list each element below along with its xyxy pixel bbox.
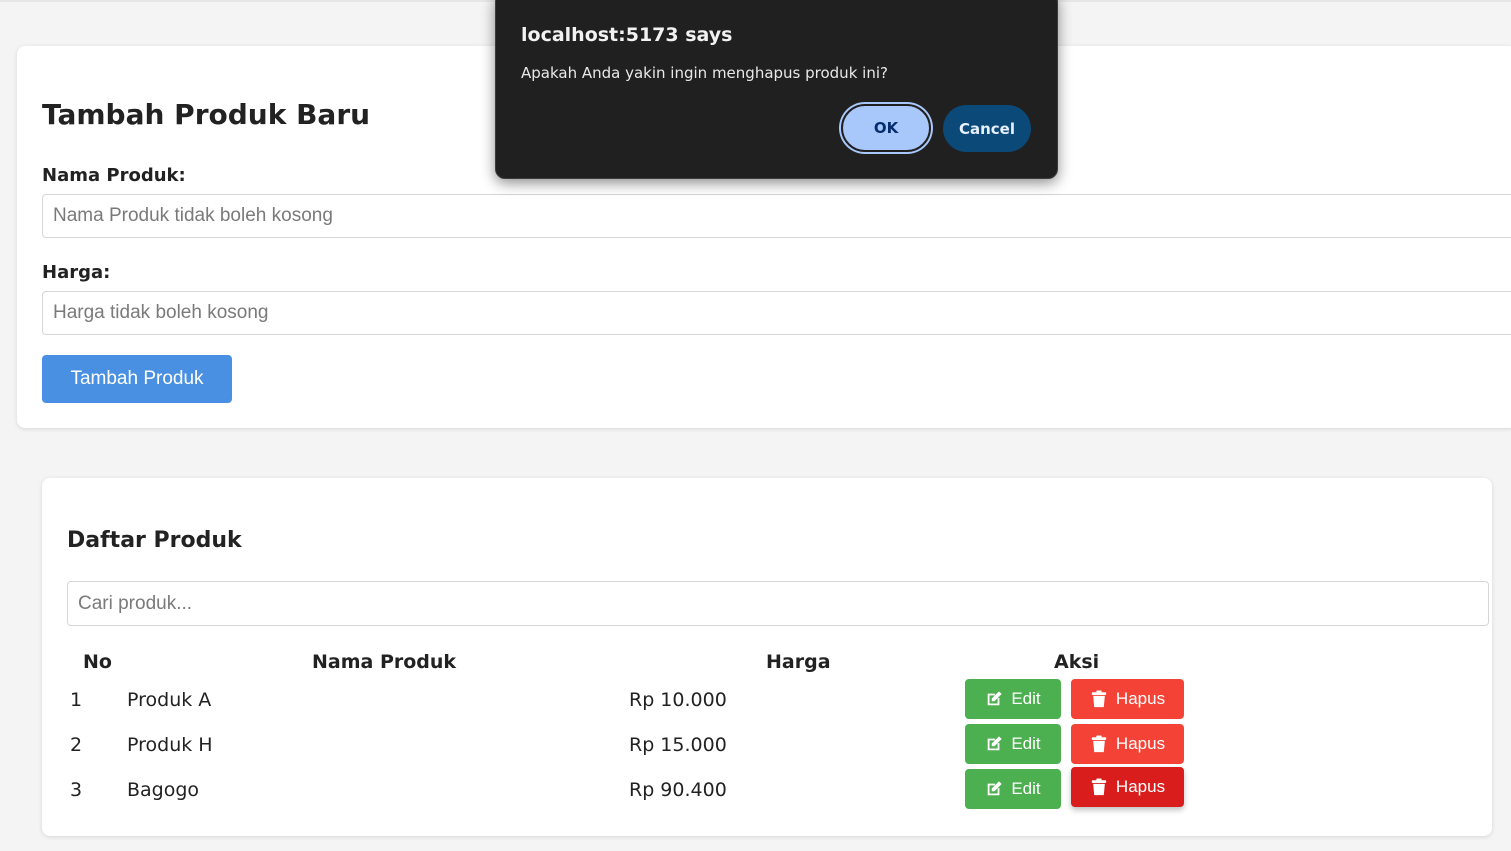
row-price: Rp 10.000 <box>629 689 727 711</box>
row-product-name: Bagogo <box>127 779 200 801</box>
delete-button[interactable]: Hapus <box>1071 767 1184 807</box>
add-product-button[interactable]: Tambah Produk <box>42 355 232 403</box>
delete-button[interactable]: Hapus <box>1071 724 1184 764</box>
edit-button-label: Edit <box>1011 734 1041 753</box>
column-header-actions: Aksi <box>1054 651 1100 673</box>
cancel-button[interactable]: Cancel <box>943 105 1031 152</box>
edit-button[interactable]: Edit <box>965 679 1061 719</box>
dialog-message: Apakah Anda yakin ingin menghapus produk… <box>521 64 888 82</box>
row-number: 3 <box>70 779 83 801</box>
delete-button[interactable]: Hapus <box>1071 679 1184 719</box>
delete-button-label: Hapus <box>1115 777 1166 796</box>
row-product-name: Produk H <box>127 734 213 756</box>
column-header-name: Nama Produk <box>312 651 457 673</box>
product-list-title: Daftar Produk <box>67 528 242 553</box>
delete-button-label: Hapus <box>1115 689 1166 708</box>
row-number: 2 <box>70 734 83 756</box>
dialog-title: localhost:5173 says <box>521 24 733 46</box>
search-input[interactable] <box>67 581 1489 626</box>
trash-icon <box>1091 690 1107 708</box>
edit-button[interactable]: Edit <box>965 724 1061 764</box>
product-list-card: Daftar Produk No Nama Produk Harga Aksi … <box>42 478 1492 836</box>
add-product-title: Tambah Produk Baru <box>42 98 371 131</box>
ok-button[interactable]: OK <box>841 104 931 152</box>
price-label: Harga: <box>42 262 111 283</box>
price-input[interactable] <box>42 291 1511 335</box>
trash-icon <box>1091 735 1107 753</box>
confirm-dialog: localhost:5173 says Apakah Anda yakin in… <box>495 0 1058 179</box>
edit-icon <box>988 781 1002 796</box>
column-header-no: No <box>83 651 112 673</box>
edit-icon <box>988 691 1002 706</box>
edit-button-label: Edit <box>1011 689 1041 708</box>
edit-icon <box>988 736 1002 751</box>
row-product-name: Produk A <box>127 689 212 711</box>
column-header-price: Harga <box>766 651 831 673</box>
row-price: Rp 90.400 <box>629 779 727 801</box>
trash-icon <box>1091 778 1107 796</box>
edit-button[interactable]: Edit <box>965 769 1061 809</box>
delete-button-label: Hapus <box>1115 734 1166 753</box>
row-price: Rp 15.000 <box>629 734 727 756</box>
product-name-label: Nama Produk: <box>42 165 186 186</box>
edit-button-label: Edit <box>1011 779 1041 798</box>
row-number: 1 <box>70 689 83 711</box>
product-name-input[interactable] <box>42 194 1511 238</box>
